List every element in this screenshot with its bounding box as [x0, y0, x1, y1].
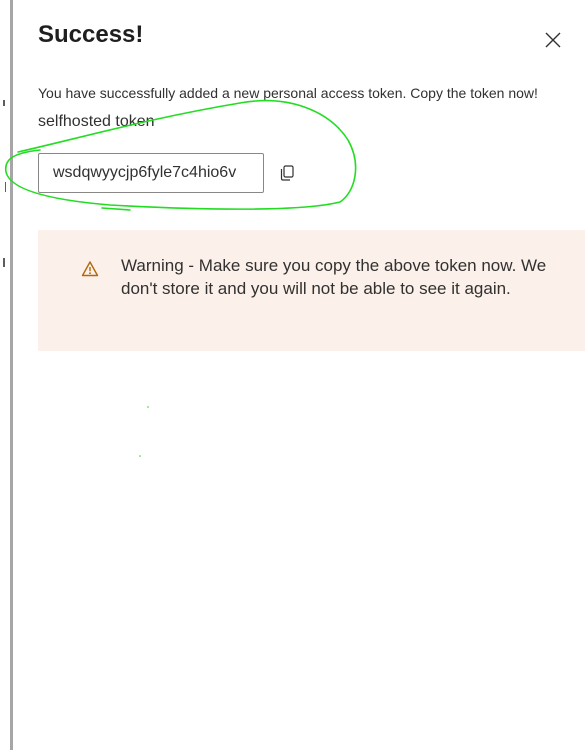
- warning-text: Warning - Make sure you copy the above t…: [121, 256, 547, 298]
- background-page-fragment: [3, 100, 5, 106]
- warning-message-bar: Warning - Make sure you copy the above t…: [38, 230, 585, 351]
- background-page-fragment: [3, 258, 5, 267]
- close-icon: [545, 32, 561, 48]
- close-button[interactable]: [539, 26, 567, 54]
- token-value-field[interactable]: [38, 153, 264, 193]
- copy-icon: [280, 165, 294, 181]
- success-description: You have successfully added a new person…: [38, 85, 538, 101]
- background-page-edge: [0, 0, 10, 750]
- success-dialog-panel: Success! You have successfully added a n…: [13, 0, 585, 750]
- copy-token-button[interactable]: [275, 161, 299, 185]
- warning-icon: [81, 261, 99, 277]
- dialog-title: Success!: [38, 21, 144, 48]
- background-page-fragment: [5, 182, 6, 192]
- token-name-label: selfhosted token: [38, 113, 155, 130]
